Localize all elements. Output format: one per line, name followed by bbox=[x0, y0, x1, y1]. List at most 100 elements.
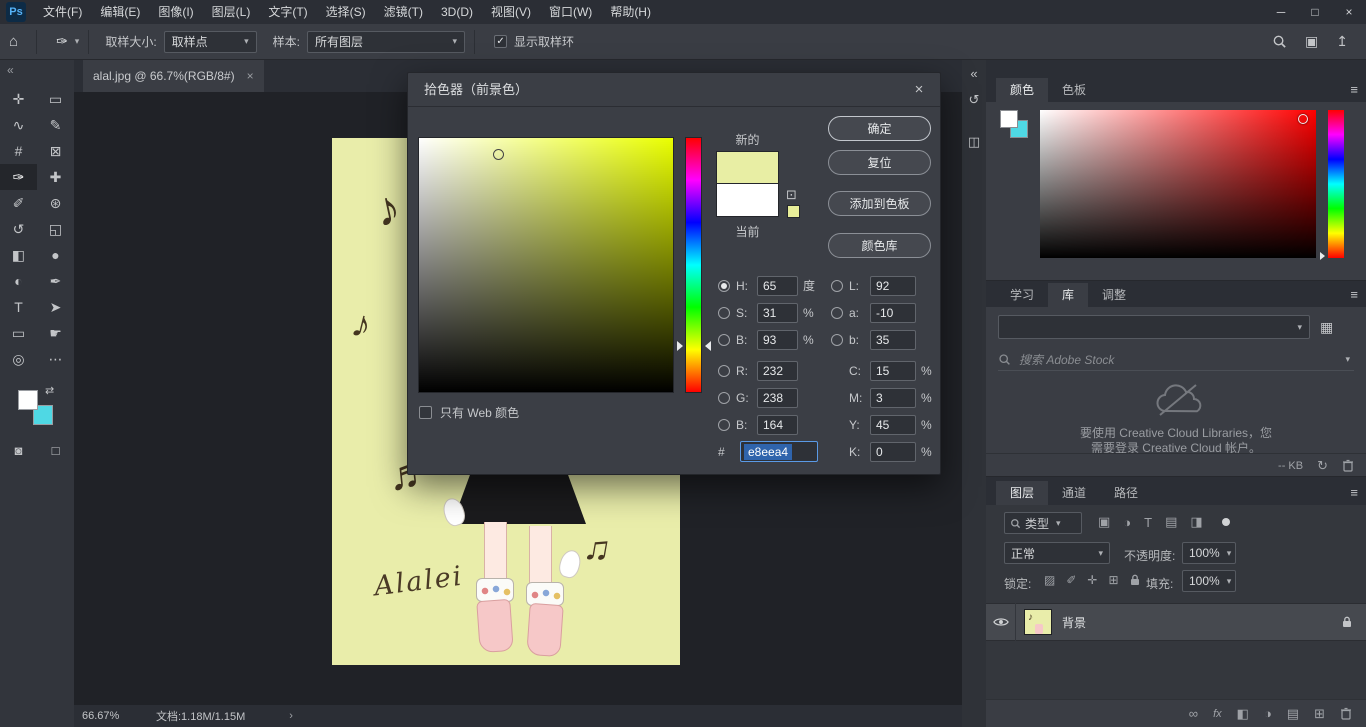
color-libraries-button[interactable]: 颜色库 bbox=[828, 233, 931, 258]
a-input[interactable]: -10 bbox=[870, 302, 916, 323]
frame-tool[interactable]: ⊠ bbox=[37, 138, 74, 164]
lab-b-radio[interactable] bbox=[831, 333, 843, 346]
hue-slider-marker-right[interactable] bbox=[705, 341, 711, 351]
saturation-brightness-field[interactable] bbox=[418, 137, 674, 393]
hex-input[interactable]: e8eea4 bbox=[740, 441, 818, 462]
add-to-swatches-button[interactable]: 添加到色板 bbox=[828, 191, 931, 216]
layer-row[interactable]: ♪ 背景 bbox=[986, 603, 1366, 641]
b-radio[interactable] bbox=[718, 333, 730, 346]
hue-slider-marker-left[interactable] bbox=[677, 341, 683, 351]
library-select[interactable]: ▾ bbox=[998, 315, 1310, 339]
b2-radio[interactable] bbox=[718, 418, 730, 431]
close-document-icon[interactable]: × bbox=[247, 69, 254, 83]
path-selection-tool[interactable]: ➤ bbox=[37, 294, 74, 320]
gradient-tool[interactable]: ◧ bbox=[0, 242, 37, 268]
panel-menu-icon[interactable]: ≡ bbox=[1350, 82, 1358, 97]
lasso-tool[interactable]: ∿ bbox=[0, 112, 37, 138]
minimize-button[interactable]: ─ bbox=[1264, 0, 1298, 24]
screen-mode-button[interactable]: □ bbox=[37, 438, 74, 462]
sample-select[interactable]: 所有图层 ▾ bbox=[307, 30, 466, 53]
lock-transparency-icon[interactable]: ▨ bbox=[1044, 573, 1055, 587]
lock-position-icon[interactable]: ✛ bbox=[1087, 573, 1097, 587]
marquee-tool[interactable]: ▭ bbox=[37, 86, 74, 112]
g-input[interactable]: 238 bbox=[757, 387, 798, 408]
quick-mask-button[interactable]: ◙ bbox=[0, 438, 37, 462]
current-tool-eyedropper-icon[interactable]: ✑ bbox=[46, 33, 68, 50]
color-field-marker[interactable] bbox=[493, 149, 504, 160]
properties-panel-icon[interactable]: ◫ bbox=[962, 134, 986, 150]
layer-filter-select[interactable]: 类型 ▾ bbox=[1004, 512, 1082, 534]
menu-item[interactable]: 滤镜(T) bbox=[375, 0, 432, 24]
photoshop-logo[interactable]: Ps bbox=[6, 2, 26, 22]
fill-select[interactable]: 100% ▾ bbox=[1182, 570, 1236, 592]
m-input[interactable]: 3 bbox=[870, 387, 916, 408]
eraser-tool[interactable]: ◱ bbox=[37, 216, 74, 242]
a-radio[interactable] bbox=[831, 306, 843, 319]
layer-effects-icon[interactable]: fx bbox=[1213, 708, 1222, 720]
panel-menu-icon[interactable]: ≡ bbox=[1350, 485, 1358, 500]
zoom-tool[interactable]: ◎ bbox=[0, 346, 37, 372]
type-tool[interactable]: T bbox=[0, 294, 37, 320]
more-tools[interactable]: ⋯ bbox=[37, 346, 74, 372]
chevron-down-icon[interactable]: ▾ bbox=[75, 36, 80, 47]
menu-item[interactable]: 帮助(H) bbox=[601, 0, 660, 24]
menu-item[interactable]: 3D(D) bbox=[432, 0, 482, 24]
brush-tool[interactable]: ✐ bbox=[0, 190, 37, 216]
filter-shape-layers-icon[interactable]: ▤ bbox=[1165, 514, 1177, 530]
panel-tab[interactable]: 库 bbox=[1048, 283, 1089, 307]
lock-paint-icon[interactable]: ✐ bbox=[1066, 573, 1076, 587]
r-radio[interactable] bbox=[718, 364, 730, 377]
ruler-tool[interactable]: ✚ bbox=[37, 164, 74, 190]
b-input[interactable]: 93 bbox=[757, 329, 798, 350]
panel-tab[interactable]: 色板 bbox=[1048, 78, 1100, 102]
delete-layer-icon[interactable] bbox=[1340, 707, 1352, 720]
menu-item[interactable]: 文件(F) bbox=[34, 0, 91, 24]
color-field-marker[interactable] bbox=[1298, 114, 1308, 124]
pen-tool[interactable]: ✒ bbox=[37, 268, 74, 294]
lock-artboard-icon[interactable]: ⊞ bbox=[1108, 573, 1118, 587]
k-input[interactable]: 0 bbox=[870, 441, 916, 462]
foreground-color-swatch[interactable] bbox=[18, 390, 38, 410]
dialog-close-icon[interactable]: × bbox=[910, 81, 928, 99]
filter-smart-object-icon[interactable]: ◨ bbox=[1190, 514, 1202, 530]
s-radio[interactable] bbox=[718, 306, 730, 319]
lab-b-input[interactable]: 35 bbox=[870, 329, 916, 350]
trash-icon[interactable] bbox=[1342, 459, 1354, 472]
panel-tab[interactable]: 学习 bbox=[996, 283, 1048, 307]
opacity-select[interactable]: 100% ▾ bbox=[1182, 542, 1236, 564]
filter-pixel-layers-icon[interactable]: ▣ bbox=[1098, 514, 1110, 530]
y-input[interactable]: 45 bbox=[870, 414, 916, 435]
maximize-button[interactable]: □ bbox=[1298, 0, 1332, 24]
web-gamut-warning-icon[interactable]: ⊡ bbox=[786, 187, 797, 203]
menu-item[interactable]: 编辑(E) bbox=[91, 0, 149, 24]
foreground-color-swatch-small[interactable] bbox=[1000, 110, 1018, 128]
clone-stamp-tool[interactable]: ⊛ bbox=[37, 190, 74, 216]
r-input[interactable]: 232 bbox=[757, 360, 798, 381]
ok-button[interactable]: 确定 bbox=[828, 116, 931, 141]
document-tab[interactable]: alal.jpg @ 66.7%(RGB/8#) × bbox=[83, 60, 264, 92]
swap-colors-icon[interactable]: ⇄ bbox=[45, 384, 54, 397]
lock-all-icon[interactable] bbox=[1130, 574, 1140, 586]
filter-adjustment-layers-icon[interactable]: ◑ bbox=[1123, 515, 1131, 530]
web-only-checkbox[interactable] bbox=[419, 406, 432, 419]
stock-search-field[interactable]: 搜索 Adobe Stock ▾ bbox=[998, 349, 1354, 371]
hand-tool[interactable]: ☛ bbox=[37, 320, 74, 346]
panel-tab[interactable]: 通道 bbox=[1048, 481, 1100, 505]
new-adjustment-layer-icon[interactable]: ◑ bbox=[1264, 706, 1272, 721]
b2-input[interactable]: 164 bbox=[757, 414, 798, 435]
share-icon[interactable]: ↥ bbox=[1336, 33, 1348, 50]
show-sampling-ring-checkbox[interactable]: ✓ bbox=[494, 35, 508, 48]
menu-item[interactable]: 选择(S) bbox=[317, 0, 375, 24]
quick-selection-tool[interactable]: ✎ bbox=[37, 112, 74, 138]
close-window-button[interactable]: × bbox=[1332, 0, 1366, 24]
s-input[interactable]: 31 bbox=[757, 302, 798, 323]
l-radio[interactable] bbox=[831, 279, 843, 292]
expand-panels-icon[interactable]: « bbox=[962, 66, 986, 81]
blend-mode-select[interactable]: 正常 ▾ bbox=[1004, 542, 1110, 564]
menu-item[interactable]: 图层(L) bbox=[203, 0, 260, 24]
panel-menu-icon[interactable]: ≡ bbox=[1350, 287, 1358, 302]
l-input[interactable]: 92 bbox=[870, 275, 916, 296]
current-color-swatch[interactable] bbox=[716, 184, 779, 217]
menu-item[interactable]: 图像(I) bbox=[149, 0, 202, 24]
panel-tab[interactable]: 调整 bbox=[1088, 283, 1140, 307]
